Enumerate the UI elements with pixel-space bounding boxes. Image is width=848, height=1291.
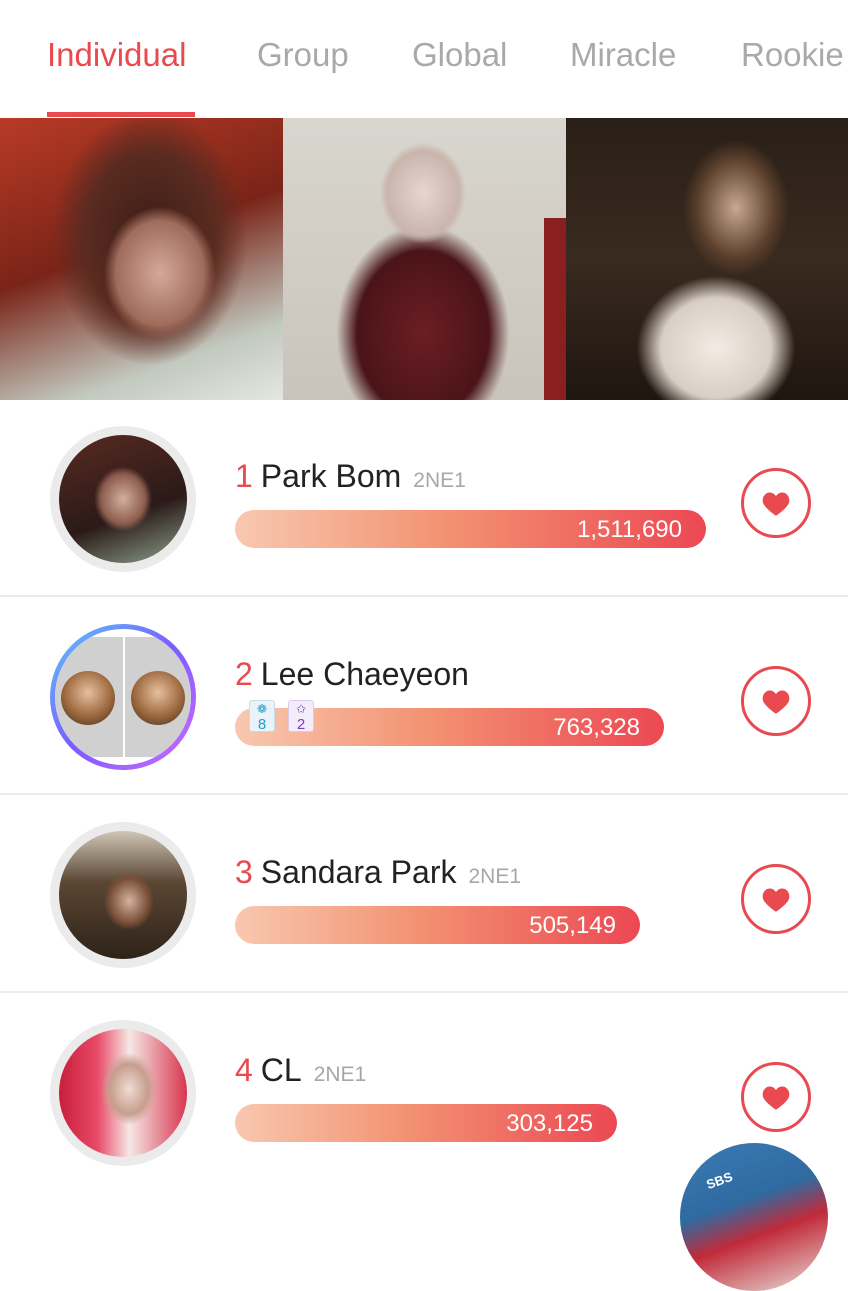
top-ranked-banner[interactable] bbox=[0, 118, 848, 400]
badge-count: 2 bbox=[296, 716, 306, 733]
ranking-name-line: 4 CL 2NE1 bbox=[235, 1052, 366, 1089]
vote-count: 505,149 bbox=[529, 912, 616, 939]
rank-number: 2 bbox=[235, 656, 253, 692]
heart-icon bbox=[762, 690, 790, 714]
rank-number: 3 bbox=[235, 854, 253, 890]
vote-heart-button[interactable] bbox=[741, 666, 811, 736]
row-divider bbox=[0, 991, 848, 993]
vote-bar: 1,511,690 bbox=[235, 510, 706, 548]
angel-wing-badge: ❁ 8 bbox=[249, 700, 275, 732]
floating-event-button[interactable]: SBS bbox=[680, 1143, 828, 1291]
group-name: 2NE1 bbox=[413, 469, 466, 492]
vote-heart-button[interactable] bbox=[741, 468, 811, 538]
tab-group[interactable]: Group bbox=[257, 36, 349, 74]
banner-photo-2 bbox=[283, 118, 566, 400]
row-divider bbox=[0, 595, 848, 597]
tab-rookie[interactable]: Rookie bbox=[741, 36, 844, 74]
ranking-name-line: 3 Sandara Park 2NE1 bbox=[235, 854, 521, 891]
angel-wing-icon: ❁ bbox=[256, 702, 268, 716]
idol-name: Sandara Park bbox=[260, 854, 457, 890]
avatar[interactable] bbox=[50, 822, 196, 968]
vote-bar: 303,125 bbox=[235, 1104, 617, 1142]
ranking-tab-bar: Individual Group Global Miracle Rookie bbox=[0, 0, 848, 118]
heart-icon bbox=[762, 1086, 790, 1110]
heart-icon bbox=[762, 888, 790, 912]
group-name: 2NE1 bbox=[468, 865, 521, 888]
ranking-row[interactable]: 1 Park Bom 2NE1 1,511,690 bbox=[0, 400, 848, 597]
rank-number: 1 bbox=[235, 458, 253, 494]
idol-name: CL bbox=[260, 1052, 302, 1088]
ranking-row[interactable]: 3 Sandara Park 2NE1 505,149 bbox=[0, 796, 848, 993]
avatar[interactable] bbox=[50, 1020, 196, 1166]
vote-heart-button[interactable] bbox=[741, 1062, 811, 1132]
vote-heart-button[interactable] bbox=[741, 864, 811, 934]
tab-global[interactable]: Global bbox=[412, 36, 507, 74]
vote-count: 303,125 bbox=[506, 1110, 593, 1137]
ranking-row[interactable]: 2 Lee Chaeyeon 763,328 ❁ 8 ✩ 2 bbox=[0, 598, 848, 795]
vote-bar: 505,149 bbox=[235, 906, 640, 944]
vote-count: 1,511,690 bbox=[577, 516, 682, 543]
star-icon: ✩ bbox=[295, 702, 307, 716]
active-tab-indicator bbox=[47, 112, 195, 117]
idol-name: Lee Chaeyeon bbox=[260, 656, 469, 692]
ranking-name-line: 2 Lee Chaeyeon bbox=[235, 656, 469, 693]
tab-miracle[interactable]: Miracle bbox=[570, 36, 676, 74]
avatar[interactable] bbox=[50, 624, 196, 770]
vote-count: 763,328 bbox=[553, 714, 640, 741]
badge-count: 8 bbox=[257, 716, 267, 733]
avatar[interactable] bbox=[50, 426, 196, 572]
tab-individual[interactable]: Individual bbox=[47, 36, 186, 74]
row-divider bbox=[0, 793, 848, 795]
star-badge: ✩ 2 bbox=[288, 700, 314, 732]
heart-icon bbox=[762, 492, 790, 516]
banner-photo-3 bbox=[566, 118, 848, 400]
banner-photo-1 bbox=[0, 118, 283, 400]
group-name: 2NE1 bbox=[313, 1063, 367, 1086]
rank-number: 4 bbox=[235, 1052, 253, 1088]
ranking-name-line: 1 Park Bom 2NE1 bbox=[235, 458, 466, 495]
idol-name: Park Bom bbox=[260, 458, 402, 494]
floating-event-icon: SBS bbox=[704, 1168, 735, 1193]
